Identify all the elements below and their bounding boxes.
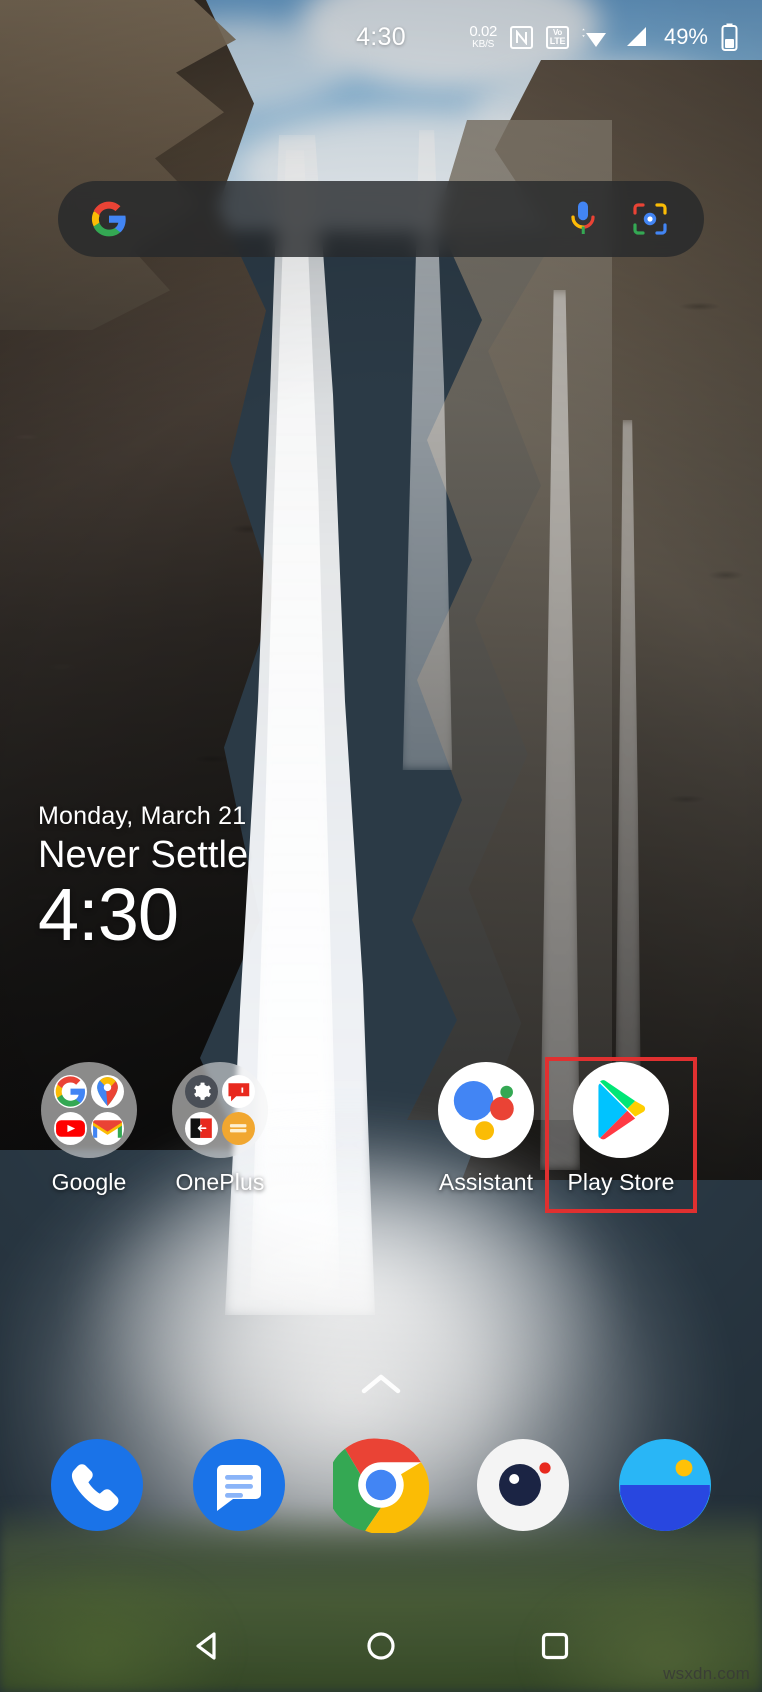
site-watermark: wsxdn.com bbox=[663, 1664, 750, 1683]
folder-preview-oneplus[interactable] bbox=[172, 1062, 268, 1158]
app-label-oneplus: OnePlus bbox=[175, 1169, 265, 1195]
dock-icon-gallery[interactable] bbox=[617, 1437, 713, 1533]
google-search-icon bbox=[54, 1075, 87, 1108]
nav-back-button[interactable] bbox=[181, 1620, 233, 1672]
home-circle-icon[interactable] bbox=[364, 1629, 398, 1663]
clock-widget[interactable]: Monday, March 21 Never Settle 4:30 bbox=[38, 802, 248, 955]
app-label-google: Google bbox=[51, 1169, 127, 1195]
recents-square-icon[interactable] bbox=[538, 1629, 572, 1663]
status-bar-icons: 0.02 KB/S Vo LTE 49% bbox=[469, 23, 738, 51]
dock-icon-phone[interactable] bbox=[49, 1437, 145, 1533]
status-bar[interactable]: 4:30 0.02 KB/S Vo LTE 49% bbox=[0, 0, 762, 74]
app-folder-oneplus[interactable]: OnePlus bbox=[140, 1062, 300, 1196]
volte-icon: Vo LTE bbox=[545, 25, 569, 49]
wifi-icon bbox=[582, 28, 606, 47]
battery-percentage: 49% bbox=[663, 24, 708, 49]
network-speed-value: 0.02 bbox=[469, 23, 497, 40]
play-store-icon[interactable] bbox=[573, 1062, 669, 1158]
cellular-signal-icon bbox=[626, 27, 646, 46]
youtube-icon bbox=[54, 1112, 87, 1145]
network-speed-unit: KB/S bbox=[472, 39, 495, 50]
google-maps-icon bbox=[91, 1075, 124, 1108]
dock bbox=[0, 1420, 762, 1550]
nfc-icon bbox=[509, 25, 533, 49]
dock-icon-camera[interactable] bbox=[475, 1437, 571, 1533]
navigation-bar bbox=[0, 1600, 762, 1692]
google-search-bar[interactable] bbox=[58, 181, 704, 257]
settings-gear-icon bbox=[185, 1075, 218, 1108]
folder-preview-google[interactable] bbox=[41, 1062, 137, 1158]
oneplus-notes-icon bbox=[222, 1112, 255, 1145]
chevron-up-icon[interactable] bbox=[360, 1371, 402, 1397]
home-app-row: Google OnePlus Assistant Play Store bbox=[0, 1062, 762, 1222]
widget-tagline: Never Settle bbox=[38, 834, 249, 876]
dock-icon-chrome[interactable] bbox=[333, 1437, 429, 1533]
app-drawer-handle[interactable] bbox=[0, 1371, 762, 1402]
battery-icon bbox=[721, 23, 738, 51]
gmail-icon bbox=[91, 1112, 124, 1145]
nav-home-button[interactable] bbox=[355, 1620, 407, 1672]
network-speed-indicator: 0.02 KB/S bbox=[469, 24, 497, 50]
microphone-icon[interactable] bbox=[568, 200, 598, 238]
google-g-icon[interactable] bbox=[90, 200, 128, 238]
oneplus-community-icon bbox=[222, 1075, 255, 1108]
dock-icon-messages[interactable] bbox=[191, 1437, 287, 1533]
widget-time: 4:30 bbox=[38, 873, 179, 956]
widget-date: Monday, March 21 bbox=[38, 802, 247, 830]
oneplus-switch-icon bbox=[185, 1112, 218, 1145]
google-assistant-icon[interactable] bbox=[438, 1062, 534, 1158]
volte-label-bottom: LTE bbox=[549, 35, 566, 46]
app-label-assistant: Assistant bbox=[438, 1169, 534, 1195]
app-icon-play-store[interactable]: Play Store bbox=[541, 1062, 701, 1196]
google-lens-icon[interactable] bbox=[632, 201, 668, 237]
back-triangle-icon[interactable] bbox=[190, 1629, 224, 1663]
nav-recents-button[interactable] bbox=[529, 1620, 581, 1672]
app-label-play-store: Play Store bbox=[567, 1169, 675, 1195]
